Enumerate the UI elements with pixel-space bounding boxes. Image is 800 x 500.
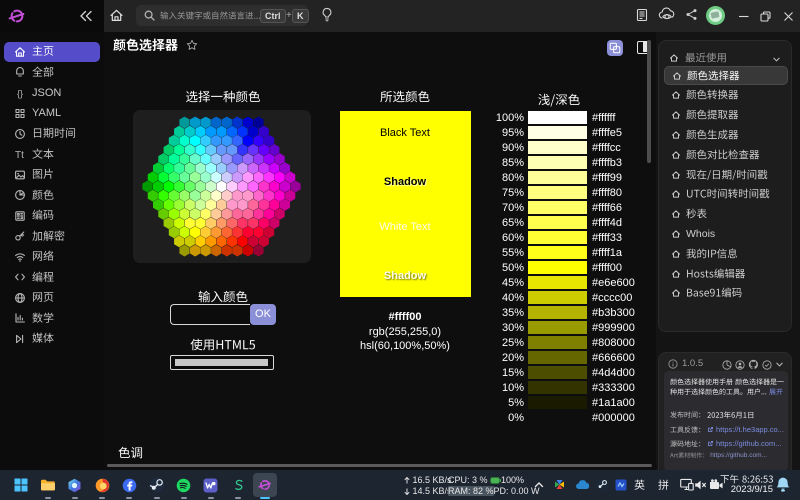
svg-text:{}: {} xyxy=(16,88,22,98)
svg-text:Tt: Tt xyxy=(15,150,24,160)
